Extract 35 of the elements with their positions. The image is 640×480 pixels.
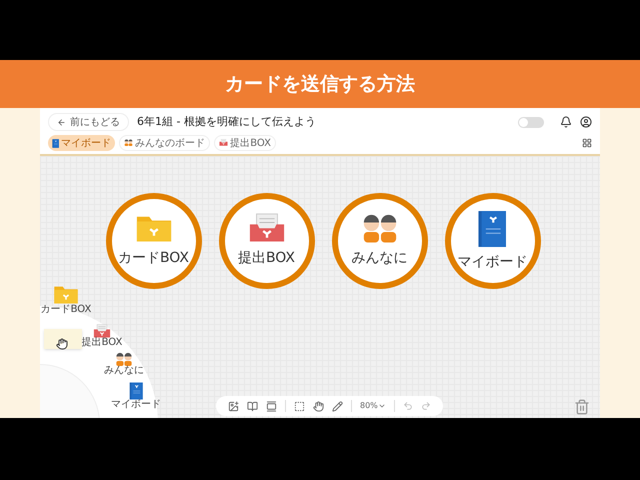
book-icon xyxy=(128,382,144,400)
radial-menu-item[interactable]: みんなに xyxy=(102,352,146,376)
inbox-tray-icon xyxy=(248,213,286,244)
pencil-icon[interactable] xyxy=(332,400,343,412)
book-icon xyxy=(52,138,60,148)
banner-title: カードを送信する方法 xyxy=(225,72,415,97)
inbox-tray-icon xyxy=(93,324,111,338)
add-image-icon[interactable] xyxy=(228,400,239,412)
board-tab[interactable]: マイボード xyxy=(48,135,116,151)
bell-icon[interactable] xyxy=(560,116,572,128)
send-destination-button[interactable]: カードBOX xyxy=(106,193,202,289)
hand-icon[interactable] xyxy=(313,400,324,412)
board-title: 6年1組 - 根拠を明確にして伝えよう xyxy=(137,114,317,130)
arrow-left-icon xyxy=(57,118,66,126)
send-destination-button[interactable]: 提出BOX xyxy=(218,193,314,289)
select-area-icon[interactable] xyxy=(294,400,305,412)
zoom-dropdown[interactable]: 80% xyxy=(360,400,386,412)
grid-icon[interactable] xyxy=(582,138,592,148)
back-button[interactable]: 前にもどる xyxy=(48,113,129,131)
inbox-tray-icon xyxy=(219,139,228,147)
gallery-icon[interactable] xyxy=(266,400,277,412)
send-destination-button[interactable]: みんなに xyxy=(332,193,428,289)
book-icon xyxy=(477,210,508,248)
hand-cursor-icon xyxy=(56,338,68,350)
send-destination-button[interactable]: マイボード xyxy=(444,193,540,289)
radial-menu-item[interactable]: マイボード xyxy=(114,382,158,410)
folder-icon xyxy=(53,284,79,305)
book-open-icon[interactable] xyxy=(247,400,258,412)
toggle-switch[interactable] xyxy=(518,116,544,128)
board-tab[interactable]: 提出BOX xyxy=(214,135,276,151)
user-icon[interactable] xyxy=(580,116,592,128)
board-tab[interactable]: みんなのボード xyxy=(119,135,210,151)
two-people-icon xyxy=(124,139,134,147)
chevron-down-icon xyxy=(378,402,386,410)
two-people-icon xyxy=(115,352,133,366)
